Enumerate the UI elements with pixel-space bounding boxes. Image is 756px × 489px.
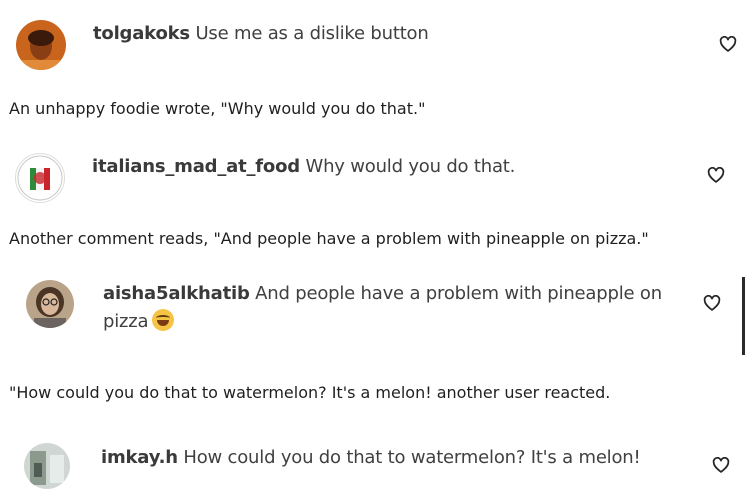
comment-row: italians_mad_at_food Why would you do th… xyxy=(0,145,756,210)
user-avatar[interactable] xyxy=(26,280,74,328)
user-avatar[interactable] xyxy=(16,20,66,70)
article-paragraph: Another comment reads, "And people have … xyxy=(9,229,649,248)
comment-text: aisha5alkhatib And people have a problem… xyxy=(103,280,703,336)
laughing-crying-emoji-icon xyxy=(152,309,175,331)
comment-username[interactable]: aisha5alkhatib xyxy=(103,283,250,304)
comment-username[interactable]: imkay.h xyxy=(101,447,178,468)
article-paragraph: An unhappy foodie wrote, "Why would you … xyxy=(9,99,426,118)
heart-icon[interactable] xyxy=(712,457,730,473)
comment-username[interactable]: italians_mad_at_food xyxy=(92,156,300,177)
comment-row: tolgakoks Use me as a dislike button xyxy=(0,0,756,75)
comment-body: Why would you do that. xyxy=(305,156,516,177)
comment-username[interactable]: tolgakoks xyxy=(93,23,190,44)
heart-icon[interactable] xyxy=(719,36,737,52)
scrollbar[interactable] xyxy=(742,277,745,355)
comment-text: italians_mad_at_food Why would you do th… xyxy=(92,153,515,181)
heart-icon[interactable] xyxy=(703,295,721,311)
comment-text: imkay.h How could you do that to waterme… xyxy=(101,444,641,472)
comment-text: tolgakoks Use me as a dislike button xyxy=(93,20,429,48)
comment-body-continued: pizza xyxy=(103,311,149,332)
comment-body: Use me as a dislike button xyxy=(195,23,429,44)
comment-body: And people have a problem with pineapple… xyxy=(255,283,662,304)
user-avatar[interactable] xyxy=(24,443,70,489)
comment-row: imkay.h How could you do that to waterme… xyxy=(0,435,756,489)
article-paragraph: "How could you do that to watermelon? It… xyxy=(9,383,611,402)
heart-icon[interactable] xyxy=(707,167,725,183)
user-avatar[interactable] xyxy=(15,153,65,203)
comment-body: How could you do that to watermelon? It'… xyxy=(183,447,641,468)
comment-row: aisha5alkhatib And people have a problem… xyxy=(0,270,756,350)
